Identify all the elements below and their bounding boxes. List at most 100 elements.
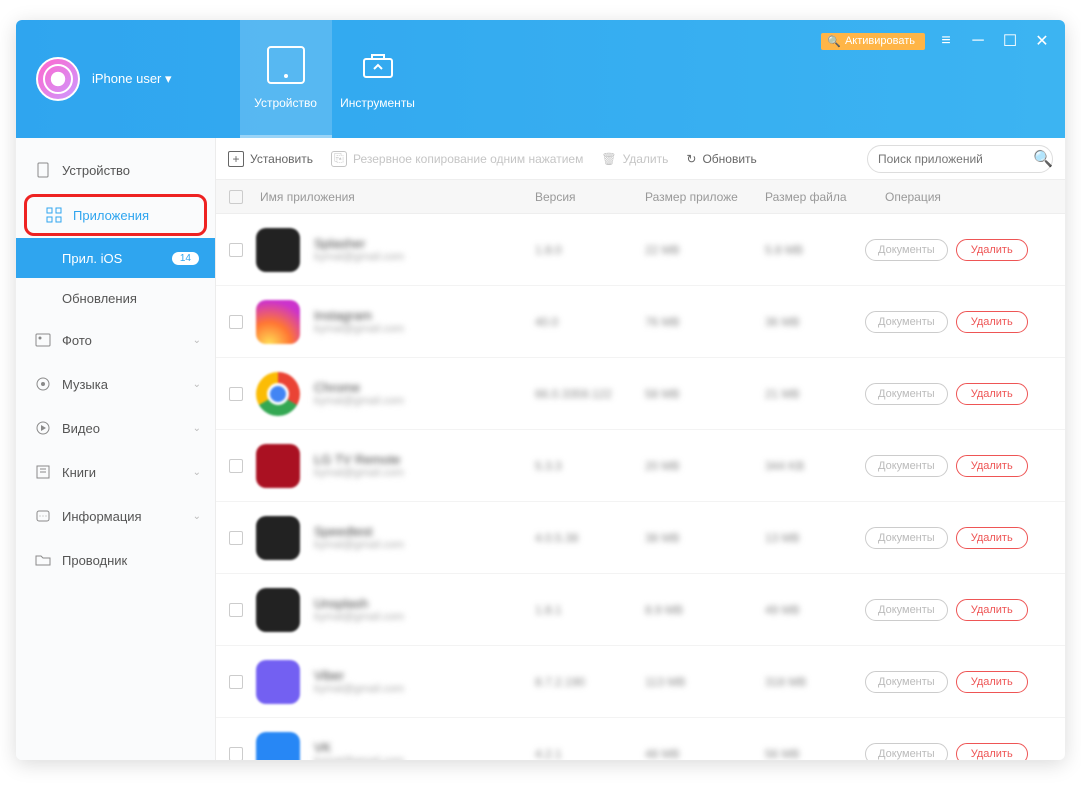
video-icon <box>34 419 52 437</box>
row-app-sub: kymal@gmail.com <box>314 539 404 551</box>
close-button[interactable]: ✕ <box>1031 30 1053 52</box>
sidebar-sub-ios[interactable]: Прил. iOS 14 <box>16 238 215 278</box>
search-icon: 🔍 <box>1033 149 1053 169</box>
tab-device[interactable]: Устройство <box>240 20 332 138</box>
row-delete-button[interactable]: Удалить <box>956 383 1028 405</box>
sidebar-explorer-label: Проводник <box>62 553 127 568</box>
row-delete-button[interactable]: Удалить <box>956 455 1028 477</box>
minimize-button[interactable]: ─ <box>967 30 989 52</box>
install-button[interactable]: + Установить <box>228 151 313 167</box>
row-delete-button[interactable]: Удалить <box>956 743 1028 761</box>
sidebar-video-label: Видео <box>62 421 100 436</box>
row-checkbox[interactable] <box>229 459 243 473</box>
install-label: Установить <box>250 152 313 166</box>
app-icon <box>256 300 300 344</box>
row-version: 1.8.0 <box>535 243 645 257</box>
row-checkbox[interactable] <box>229 675 243 689</box>
documents-button[interactable]: Документы <box>865 239 948 261</box>
sidebar-sub-updates[interactable]: Обновления <box>16 278 215 318</box>
row-app-name: Splasher <box>314 236 404 251</box>
col-file-size[interactable]: Размер файла <box>765 190 865 204</box>
documents-button[interactable]: Документы <box>865 743 948 761</box>
sidebar-item-explorer[interactable]: Проводник <box>16 538 215 582</box>
row-checkbox[interactable] <box>229 315 243 329</box>
backup-button[interactable]: ⎘ Резервное копирование одним нажатием <box>331 151 583 167</box>
row-app-sub: kymal@gmail.com <box>314 611 404 623</box>
table-row[interactable]: Unsplash kymal@gmail.com 1.8.1 8.9 MB 49… <box>216 574 1065 646</box>
table-row[interactable]: Viber kymal@gmail.com 8.7.2.190 113 MB 3… <box>216 646 1065 718</box>
row-delete-button[interactable]: Удалить <box>956 671 1028 693</box>
chevron-down-icon: ⌄ <box>193 511 201 522</box>
select-all-checkbox[interactable] <box>229 190 243 204</box>
row-app-size: 20 MB <box>645 459 765 473</box>
app-icon <box>256 516 300 560</box>
row-file-size: 5.8 MB <box>765 243 865 257</box>
table-row[interactable]: LG TV Remote kymal@gmail.com 5.3.3 20 MB… <box>216 430 1065 502</box>
info-icon <box>34 507 52 525</box>
sidebar: Устройство Приложения Прил. iOS 14 Обнов… <box>16 138 216 760</box>
search-input[interactable] <box>878 152 1033 166</box>
refresh-label: Обновить <box>702 152 756 166</box>
app-logo-icon <box>36 57 80 101</box>
sidebar-item-device[interactable]: Устройство <box>16 148 215 192</box>
documents-button[interactable]: Документы <box>865 599 948 621</box>
delete-button[interactable]: 🗑 Удалить <box>601 152 668 166</box>
trash-icon: 🗑 <box>601 152 616 166</box>
tab-tools[interactable]: Инструменты <box>332 20 424 138</box>
sidebar-item-books[interactable]: Книги ⌄ <box>16 450 215 494</box>
row-app-name: LG TV Remote <box>314 452 404 467</box>
maximize-button[interactable]: ☐ <box>999 30 1021 52</box>
toolbar: + Установить ⎘ Резервное копирование одн… <box>216 138 1065 180</box>
refresh-button[interactable]: ↻ Обновить <box>686 152 756 166</box>
table-row[interactable]: VK kymal@gmail.com 4.2.1 48 MB 56 MB Док… <box>216 718 1065 760</box>
documents-button[interactable]: Документы <box>865 311 948 333</box>
row-app-name: Chrome <box>314 380 404 395</box>
sidebar-item-music[interactable]: Музыка ⌄ <box>16 362 215 406</box>
header-tabs: Устройство Инструменты <box>240 20 424 138</box>
sidebar-ios-badge: 14 <box>172 252 199 265</box>
row-checkbox[interactable] <box>229 603 243 617</box>
app-icon <box>256 588 300 632</box>
row-file-size: 56 MB <box>765 747 865 761</box>
row-delete-button[interactable]: Удалить <box>956 311 1028 333</box>
row-checkbox[interactable] <box>229 243 243 257</box>
row-version: 66.0.3359.122 <box>535 387 645 401</box>
table-row[interactable]: Instagram kymal@gmail.com 40.0 76 MB 36 … <box>216 286 1065 358</box>
table-row[interactable]: Chrome kymal@gmail.com 66.0.3359.122 58 … <box>216 358 1065 430</box>
sidebar-apps-label: Приложения <box>73 208 149 223</box>
table-row[interactable]: Speedtest kymal@gmail.com 4.0.5.38 38 MB… <box>216 502 1065 574</box>
search-box[interactable]: 🔍 <box>867 145 1053 173</box>
delete-label: Удалить <box>623 152 669 166</box>
menu-icon[interactable]: ≡ <box>935 30 957 52</box>
sidebar-item-photo[interactable]: Фото ⌄ <box>16 318 215 362</box>
apps-icon <box>45 206 63 224</box>
sidebar-item-info[interactable]: Информация ⌄ <box>16 494 215 538</box>
documents-button[interactable]: Документы <box>865 383 948 405</box>
table-row[interactable]: Splasher kymal@gmail.com 1.8.0 22 MB 5.8… <box>216 214 1065 286</box>
sidebar-ios-label: Прил. iOS <box>62 251 122 266</box>
col-app-size[interactable]: Размер приложе <box>645 190 765 204</box>
backup-label: Резервное копирование одним нажатием <box>353 152 583 166</box>
row-checkbox[interactable] <box>229 531 243 545</box>
documents-button[interactable]: Документы <box>865 527 948 549</box>
col-version[interactable]: Версия <box>535 190 645 204</box>
row-delete-button[interactable]: Удалить <box>956 239 1028 261</box>
row-delete-button[interactable]: Удалить <box>956 599 1028 621</box>
app-window: iPhone user ▾ Устройство Инструменты 🔍 А… <box>16 20 1065 760</box>
photo-icon <box>34 331 52 349</box>
tablet-icon <box>267 46 305 84</box>
sidebar-item-video[interactable]: Видео ⌄ <box>16 406 215 450</box>
row-checkbox[interactable] <box>229 747 243 761</box>
row-checkbox[interactable] <box>229 387 243 401</box>
documents-button[interactable]: Документы <box>865 455 948 477</box>
sidebar-item-apps[interactable]: Приложения <box>27 197 204 233</box>
row-version: 5.3.3 <box>535 459 645 473</box>
backup-icon: ⎘ <box>331 151 347 167</box>
music-icon <box>34 375 52 393</box>
row-app-sub: kymal@gmail.com <box>314 251 404 263</box>
row-delete-button[interactable]: Удалить <box>956 527 1028 549</box>
documents-button[interactable]: Документы <box>865 671 948 693</box>
user-dropdown[interactable]: iPhone user ▾ <box>92 71 172 87</box>
activate-button[interactable]: 🔍 Активировать <box>821 33 925 50</box>
col-name[interactable]: Имя приложения <box>256 190 535 204</box>
